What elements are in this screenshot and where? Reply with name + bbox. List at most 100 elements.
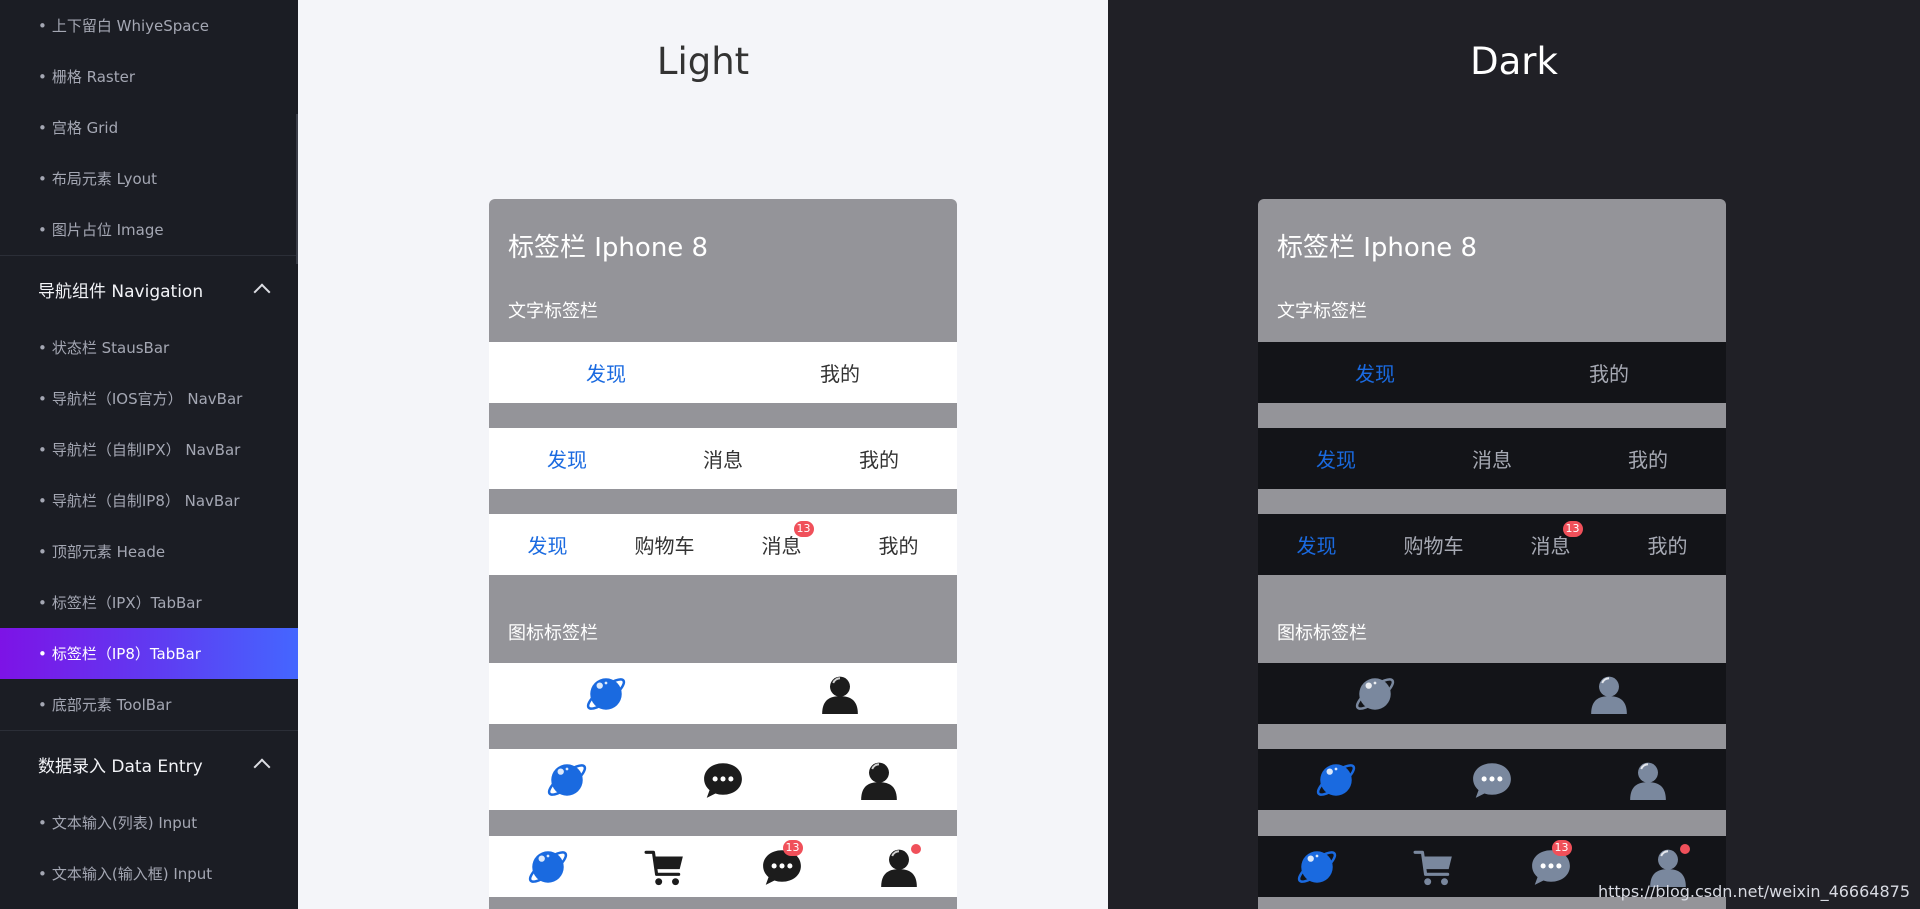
tab-discover[interactable] <box>1258 663 1492 724</box>
sidebar-item-layout[interactable]: • 布局元素 Lyout <box>0 153 298 204</box>
cart-icon <box>1413 846 1455 888</box>
sidebar-item-tabbar-ip8[interactable]: • 标签栏（IP8）TabBar <box>0 628 298 679</box>
tab-mine[interactable] <box>801 749 957 810</box>
text-tabbar-3: 发现 消息 我的 <box>1258 428 1726 489</box>
icon-tabbar-2 <box>1258 663 1726 724</box>
chat-bubble-icon: 13 <box>761 839 803 888</box>
tab-message[interactable]: 消息 <box>1414 428 1570 489</box>
tab-cart[interactable]: 购物车 <box>1375 514 1492 575</box>
sidebar-item-header[interactable]: • 顶部元素 Heade <box>0 526 298 577</box>
tab-message[interactable] <box>1414 749 1570 810</box>
tab-mine[interactable] <box>1570 749 1726 810</box>
tab-mine[interactable]: 我的 <box>723 342 957 403</box>
tab-discover[interactable] <box>489 749 645 810</box>
sidebar-item-statusbar[interactable]: • 状态栏 StausBar <box>0 322 298 373</box>
tab-discover[interactable]: 发现 <box>1258 342 1492 403</box>
message-badge: 13 <box>1551 839 1572 856</box>
cart-icon <box>644 846 686 888</box>
tab-discover[interactable] <box>1258 749 1414 810</box>
tab-discover[interactable]: 发现 <box>489 428 645 489</box>
phone-preview-dark: 标签栏 Iphone 8 文字标签栏 发现 我的 发现 消息 我的 发现 购物车… <box>1258 199 1726 909</box>
panel-title-light: Light <box>656 40 750 83</box>
sidebar-item-navbar-ip8[interactable]: • 导航栏（自制IP8） NavBar <box>0 475 298 526</box>
tab-mine[interactable] <box>1492 663 1726 724</box>
chat-bubble-icon <box>1471 759 1513 801</box>
icon-tabbar-3 <box>489 749 957 810</box>
tab-mine[interactable]: 我的 <box>1570 428 1726 489</box>
light-preview-panel: Light 标签栏 Iphone 8 文字标签栏 发现 我的 发现 消息 我的 … <box>298 0 1108 909</box>
section-text-tabbar: 文字标签栏 <box>1277 301 1367 322</box>
user-icon <box>858 759 900 801</box>
tab-discover[interactable] <box>489 663 723 724</box>
phone-preview-light: 标签栏 Iphone 8 文字标签栏 发现 我的 发现 消息 我的 发现 购物车… <box>489 199 957 909</box>
tab-mine[interactable] <box>840 836 957 897</box>
planet-icon <box>1354 673 1396 715</box>
tab-discover[interactable]: 发现 <box>489 514 606 575</box>
sidebar-nav: • 上下留白 WhiyeSpace • 栅格 Raster • 宫格 Grid • 布局… <box>0 0 298 909</box>
sidebar-group-data-entry[interactable]: 数据录入 Data Entry <box>0 731 298 797</box>
text-tabbar-4: 发现 购物车 消息 13 我的 <box>489 514 957 575</box>
planet-icon <box>527 846 569 888</box>
tab-mine[interactable]: 我的 <box>1609 514 1726 575</box>
tab-cart[interactable] <box>1375 836 1492 897</box>
message-badge: 13 <box>782 839 803 856</box>
tab-mine[interactable]: 我的 <box>840 514 957 575</box>
user-icon <box>878 843 921 888</box>
planet-icon <box>1296 846 1338 888</box>
watermark-url: https://blog.csdn.net/weixin_46664875 <box>1597 882 1910 901</box>
tab-message[interactable]: 消息 13 <box>723 514 840 575</box>
message-badge: 13 <box>793 521 814 537</box>
sidebar-item-input-box[interactable]: • 文本输入(输入框) Input <box>0 848 298 899</box>
icon-tabbar-2 <box>489 663 957 724</box>
sidebar-item-raster[interactable]: • 栅格 Raster <box>0 51 298 102</box>
tab-message[interactable]: 13 <box>1492 836 1609 897</box>
planet-icon <box>546 759 588 801</box>
sidebar-group-navigation[interactable]: 导航组件 Navigation <box>0 256 298 322</box>
tab-message[interactable]: 消息 13 <box>1492 514 1609 575</box>
panel-title-dark: Dark <box>1470 40 1558 83</box>
tab-discover[interactable]: 发现 <box>489 342 723 403</box>
text-tabbar-4: 发现 购物车 消息 13 我的 <box>1258 514 1726 575</box>
text-tabbar-3: 发现 消息 我的 <box>489 428 957 489</box>
tab-discover[interactable] <box>489 836 606 897</box>
sidebar-item-navbar-ios[interactable]: • 导航栏（IOS官方） NavBar <box>0 373 298 424</box>
tab-mine[interactable] <box>723 663 957 724</box>
tab-message[interactable]: 消息 <box>645 428 801 489</box>
notification-dot <box>1679 843 1690 854</box>
section-text-tabbar: 文字标签栏 <box>508 301 598 322</box>
tab-discover[interactable]: 发现 <box>1258 428 1414 489</box>
sidebar-item-grid[interactable]: • 宫格 Grid <box>0 102 298 153</box>
tab-message[interactable] <box>645 749 801 810</box>
sidebar-item-toolbar[interactable]: • 底部元素 ToolBar <box>0 679 298 730</box>
icon-tabbar-3 <box>1258 749 1726 810</box>
section-icon-tabbar: 图标标签栏 <box>508 623 598 644</box>
notification-dot <box>910 843 921 854</box>
text-tabbar-2: 发现 我的 <box>1258 342 1726 403</box>
message-badge: 13 <box>1562 521 1583 537</box>
tab-cart[interactable]: 购物车 <box>606 514 723 575</box>
tab-cart[interactable] <box>606 836 723 897</box>
dark-preview-panel: Dark 标签栏 Iphone 8 文字标签栏 发现 我的 发现 消息 我的 发… <box>1108 0 1920 909</box>
sidebar-item-tabbar-ipx[interactable]: • 标签栏（IPX）TabBar <box>0 577 298 628</box>
phone-title: 标签栏 Iphone 8 <box>1277 233 1478 263</box>
sidebar-item-whitespace[interactable]: • 上下留白 WhiyeSpace <box>0 0 298 51</box>
planet-icon <box>585 673 627 715</box>
chat-bubble-icon <box>702 759 744 801</box>
text-tabbar-2: 发现 我的 <box>489 342 957 403</box>
tab-mine[interactable]: 我的 <box>1492 342 1726 403</box>
tab-discover[interactable]: 发现 <box>1258 514 1375 575</box>
tab-mine[interactable]: 我的 <box>801 428 957 489</box>
planet-icon <box>1315 759 1357 801</box>
section-icon-tabbar: 图标标签栏 <box>1277 623 1367 644</box>
phone-title: 标签栏 Iphone 8 <box>508 233 709 263</box>
tab-message[interactable]: 13 <box>723 836 840 897</box>
sidebar-item-navbar-ipx[interactable]: • 导航栏（自制IPX） NavBar <box>0 424 298 475</box>
sidebar-item-input-list[interactable]: • 文本输入(列表) Input <box>0 797 298 848</box>
chat-bubble-icon: 13 <box>1530 839 1572 888</box>
user-icon <box>1588 673 1630 715</box>
user-icon <box>819 673 861 715</box>
sidebar-item-image[interactable]: • 图片占位 Image <box>0 204 298 255</box>
tab-discover[interactable] <box>1258 836 1375 897</box>
chevron-up-icon <box>253 283 271 301</box>
icon-tabbar-4: 13 <box>489 836 957 897</box>
